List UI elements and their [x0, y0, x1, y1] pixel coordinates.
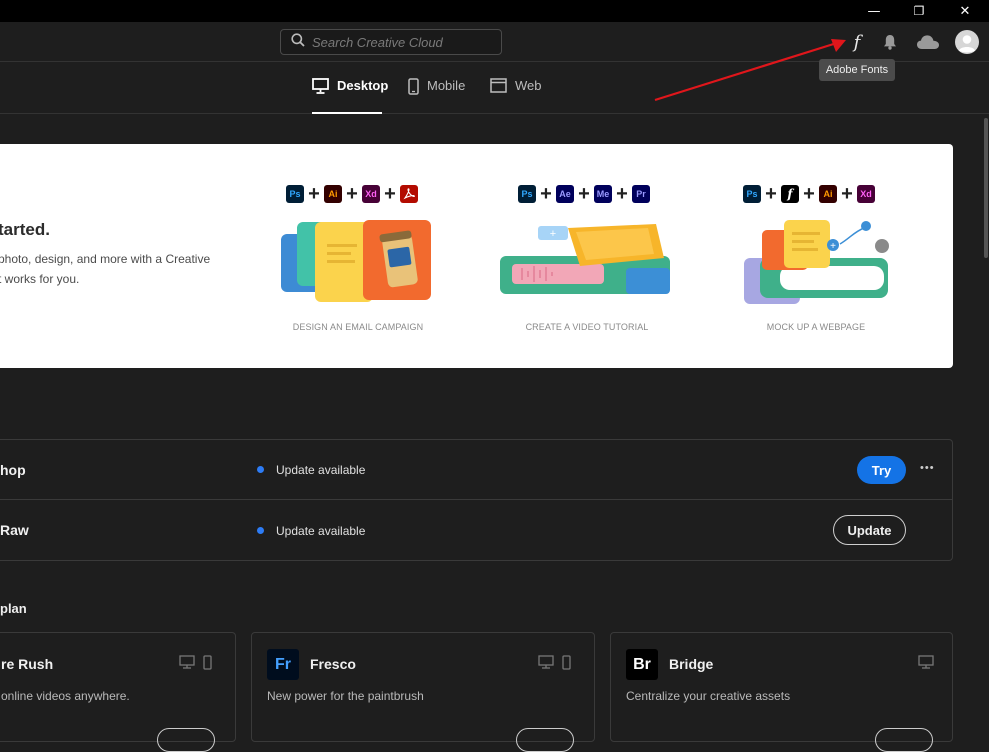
xd-icon: Xd	[362, 185, 380, 203]
tab-desktop[interactable]: Desktop	[312, 78, 388, 114]
tab-web[interactable]: Web	[490, 78, 542, 114]
card-action-button[interactable]	[875, 728, 933, 752]
photoshop-icon: Ps	[743, 185, 761, 203]
fresco-logo-icon: Fr	[267, 649, 299, 680]
banner-description-line-2: t works for you.	[0, 272, 80, 286]
close-button[interactable]: ✕	[942, 0, 988, 22]
after-effects-icon: Ae	[556, 185, 574, 203]
email-campaign-illustration	[281, 220, 431, 302]
xd-icon: Xd	[857, 185, 875, 203]
tab-label: Mobile	[427, 78, 466, 93]
restore-button[interactable]: ❐	[896, 0, 942, 22]
tab-label: Desktop	[337, 78, 389, 93]
video-tutorial-illustration: +	[500, 224, 670, 294]
app-combo: Ps + Ae + Me + Pr	[518, 184, 650, 204]
app-row[interactable]: Raw Update available Update	[0, 500, 952, 560]
banner-title: tarted.	[0, 220, 50, 239]
search-icon	[291, 32, 305, 52]
app-card-bridge[interactable]: Br Bridge Centralize your creative asset…	[610, 632, 953, 752]
search-box[interactable]	[280, 29, 502, 55]
card-description: Centralize your creative assets	[626, 689, 791, 703]
get-started-banner: tarted. photo, design, and more with a C…	[0, 144, 953, 368]
avatar[interactable]	[955, 30, 979, 54]
status-dot	[257, 466, 264, 473]
cloud-icon[interactable]	[914, 30, 942, 54]
phone-icon	[562, 655, 571, 675]
try-button[interactable]: Try	[857, 456, 906, 484]
monitor-icon	[312, 78, 329, 97]
monitor-icon	[538, 655, 554, 675]
app-name: Raw	[0, 522, 29, 538]
platform-icons	[538, 655, 571, 675]
app-combo: Ps + Ai + Xd +	[286, 184, 418, 204]
card-description: New power for the paintbrush	[267, 689, 424, 703]
more-options-icon[interactable]: •••	[920, 462, 935, 474]
project-caption: DESIGN AN EMAIL CAMPAIGN	[292, 322, 424, 332]
platform-icons	[179, 655, 212, 675]
section-title: plan	[0, 601, 27, 616]
app-card-fresco[interactable]: Fr Fresco New power for the paintbrush	[251, 632, 595, 752]
bridge-logo-icon: Br	[626, 649, 658, 680]
card-action-button[interactable]	[516, 728, 574, 752]
premiere-icon: Pr	[632, 185, 650, 203]
photoshop-icon: Ps	[286, 185, 304, 203]
card-app-name: Bridge	[669, 656, 714, 672]
monitor-icon	[179, 655, 195, 675]
svg-text:+: +	[830, 241, 836, 252]
minimize-button[interactable]: —	[851, 0, 897, 22]
app-row[interactable]: hop Update available Try •••	[0, 440, 952, 500]
bell-icon[interactable]	[878, 30, 902, 54]
tab-bar: Desktop Mobile Web	[0, 62, 989, 114]
phone-icon	[408, 78, 419, 98]
webpage-mockup-illustration: +	[744, 220, 889, 304]
phone-icon	[203, 655, 212, 675]
status-dot	[257, 527, 264, 534]
search-input[interactable]	[312, 34, 492, 50]
card-action-button[interactable]	[157, 728, 215, 752]
illustrator-icon: Ai	[324, 185, 342, 203]
app-combo: Ps + f + Ai + Xd	[743, 184, 875, 204]
card-app-name: Fresco	[310, 656, 356, 672]
title-bar: — ❐ ✕	[0, 0, 989, 22]
illustrator-icon: Ai	[819, 185, 837, 203]
card-app-name: re Rush	[1, 656, 54, 672]
fonts-app-icon: f	[781, 185, 799, 203]
platform-icons	[918, 655, 934, 674]
installed-apps-list: hop Update available Try ••• Raw Update …	[0, 439, 953, 561]
svg-text:+: +	[550, 228, 556, 240]
app-card-rush[interactable]: re Rush online videos anywhere.	[0, 632, 236, 752]
media-encoder-icon: Me	[594, 185, 612, 203]
browser-icon	[490, 78, 507, 96]
tab-mobile[interactable]: Mobile	[408, 78, 465, 114]
banner-description-line-1: photo, design, and more with a Creative	[0, 252, 211, 266]
tab-label: Web	[515, 78, 542, 93]
app-status: Update available	[276, 524, 366, 538]
app-status: Update available	[276, 463, 366, 477]
card-description: online videos anywhere.	[1, 689, 130, 703]
project-caption: MOCK UP A WEBPAGE	[766, 322, 866, 332]
scrollbar-thumb[interactable]	[984, 118, 988, 258]
app-name: hop	[0, 462, 26, 478]
monitor-icon	[918, 655, 934, 674]
project-caption: CREATE A VIDEO TUTORIAL	[525, 322, 649, 332]
acrobat-icon	[400, 185, 418, 203]
photoshop-icon: Ps	[518, 185, 536, 203]
update-button[interactable]: Update	[833, 515, 906, 545]
